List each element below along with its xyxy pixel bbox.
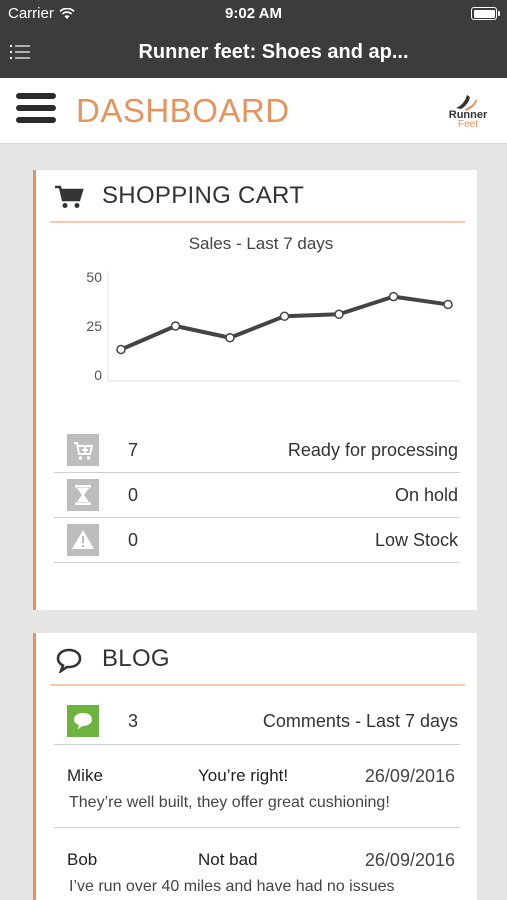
y-tick-label: 25 [86, 318, 102, 334]
data-point[interactable] [279, 311, 290, 321]
comment-date: 26/09/2016 [364, 850, 455, 870]
logo-text-feet: Feet [457, 119, 478, 130]
comment-badge-icon [67, 705, 99, 737]
comments-label: Comments - Last 7 days [262, 711, 458, 731]
cart-stats: 7 Ready for processing 0 On hold 0 Low S… [54, 428, 460, 563]
y-tick-label: 0 [94, 367, 102, 383]
shopping-cart-card: SHOPPING CART Sales - Last 7 days 50 25 0 … [33, 170, 477, 610]
comment-author: Bob [67, 850, 98, 869]
nav-title: Runner feet: Shoes and ap... [138, 41, 409, 63]
hourglass-icon [67, 479, 99, 511]
list-menu-icon[interactable] [10, 44, 30, 60]
comment-date: 26/09/2016 [364, 766, 455, 786]
y-tick-label: 50 [86, 269, 102, 285]
data-point[interactable] [170, 321, 181, 331]
comment-author: Mike [67, 766, 103, 785]
battery-icon [471, 7, 500, 20]
comment-subject: You’re right! [198, 766, 289, 785]
blog-card: BLOG 3 Comments - Last 7 days Mike You’r… [33, 633, 477, 900]
stat-label: Ready for processing [287, 440, 458, 460]
sales-chart: Sales - Last 7 days 50 25 0 [56, 230, 466, 390]
stat-count: 0 [128, 530, 139, 550]
stat-label: Low Stock [374, 530, 458, 550]
comment-item[interactable]: Bob Not bad 26/09/2016 I’ve run over 40 … [54, 830, 460, 900]
stat-row-ready[interactable]: 7 Ready for processing [54, 428, 460, 473]
nav-bar: Runner feet: Shoes and ap... [0, 28, 507, 78]
data-point[interactable] [334, 309, 344, 319]
stat-count: 7 [128, 440, 139, 460]
comment-subject: Not bad [198, 850, 258, 869]
stat-row-on-hold[interactable]: 0 On hold [54, 473, 460, 518]
page-title: DASHBOARD [76, 92, 290, 129]
comment-excerpt: I’ve run over 40 miles and have had no i… [69, 878, 395, 895]
clock: 9:02 AM [225, 5, 282, 22]
data-point[interactable] [388, 291, 399, 302]
comments-count: 3 [128, 711, 139, 731]
cart-plus-icon [67, 434, 99, 466]
runner-logo-icon [456, 95, 477, 111]
runner-feet-logo: Runner Feet [443, 92, 493, 132]
comment-excerpt: They’re well built, they offer great cus… [69, 794, 390, 811]
shopping-cart-title: SHOPPING CART [102, 182, 305, 209]
series-line [120, 294, 449, 352]
blog-header: BLOG [50, 633, 465, 686]
stat-row-low-stock[interactable]: 0 Low Stock [54, 518, 460, 563]
chart-axes [107, 271, 461, 382]
app-header: DASHBOARD Runner Feet [0, 78, 507, 144]
blog-title: BLOG [102, 645, 170, 672]
data-point[interactable] [225, 333, 235, 343]
shopping-cart-icon [55, 185, 84, 208]
comment-item[interactable]: Mike You’re right! 26/09/2016 They’re we… [54, 746, 460, 828]
status-bar: Carrier 9:02 AM [0, 0, 507, 28]
warning-icon [67, 524, 99, 556]
data-point[interactable] [116, 344, 126, 355]
comments-summary[interactable]: 3 Comments - Last 7 days [54, 695, 460, 745]
sales-chart-svg: 50 25 0 [86, 269, 461, 383]
shopping-cart-header: SHOPPING CART [50, 170, 465, 223]
stat-label: On hold [394, 485, 458, 505]
hamburger-menu-icon[interactable] [16, 93, 56, 126]
stat-count: 0 [128, 485, 139, 505]
speech-bubble-icon [56, 648, 82, 673]
data-point[interactable] [443, 299, 453, 310]
